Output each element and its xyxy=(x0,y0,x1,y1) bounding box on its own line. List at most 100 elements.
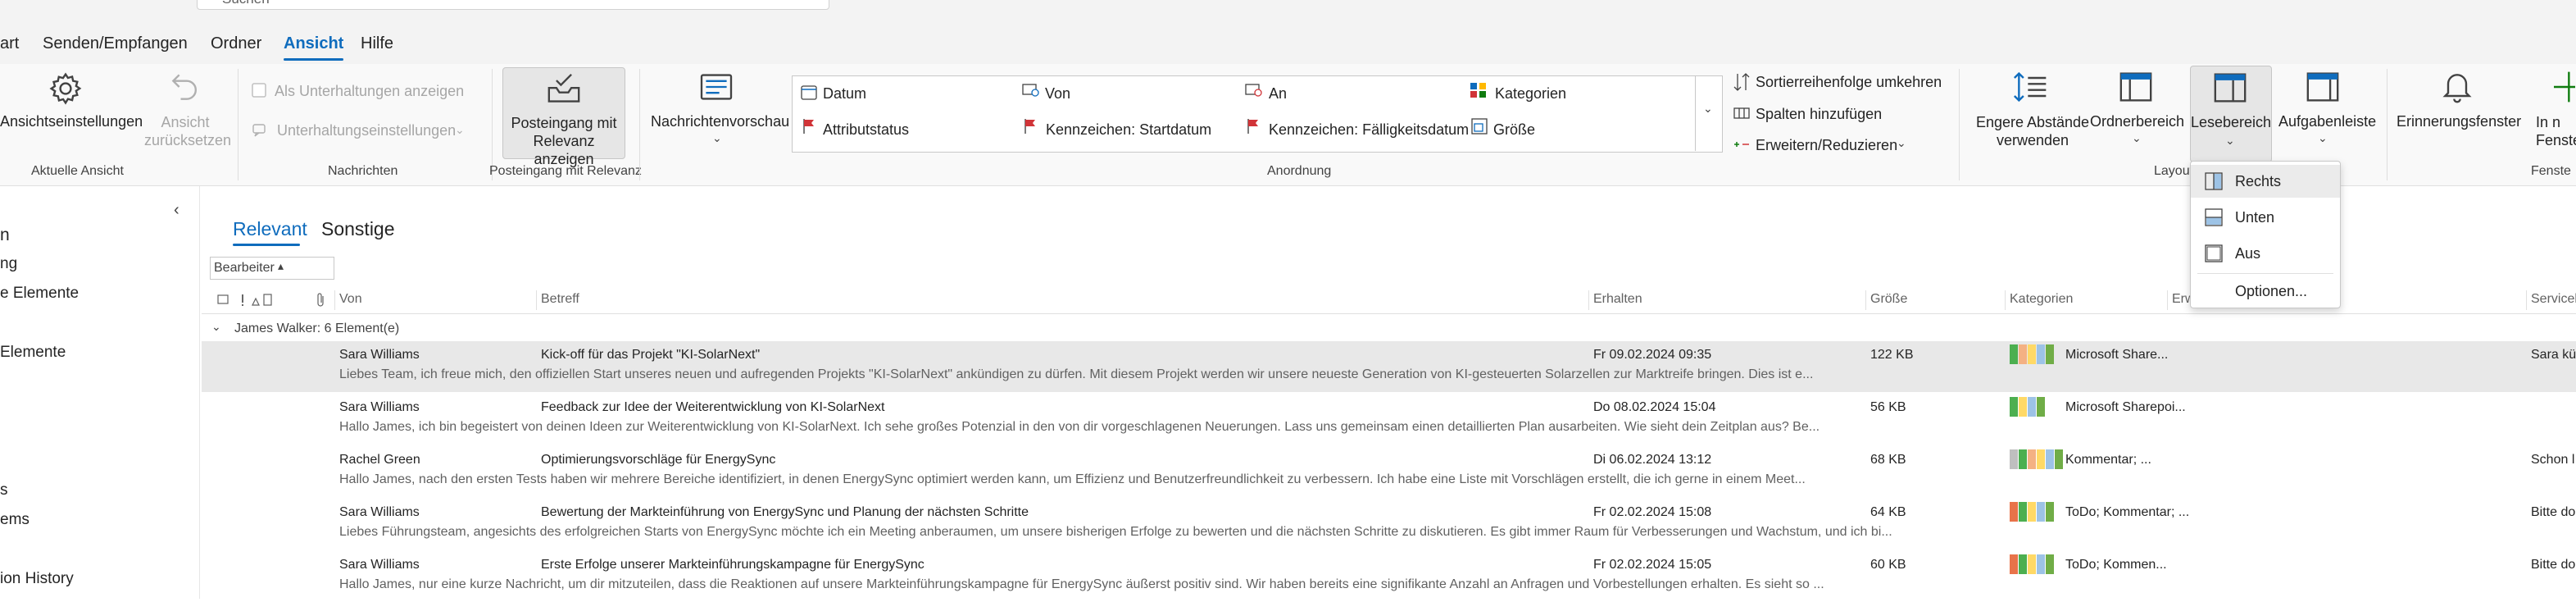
column-header-categories[interactable]: Kategorien xyxy=(2010,292,2073,307)
column-header-size[interactable]: Größe xyxy=(1870,292,1907,307)
nav-item[interactable]: ems xyxy=(0,511,30,529)
message-extra: Bitte do xyxy=(2531,558,2576,572)
message-preview-button[interactable]: Nachrichtenvorschau xyxy=(651,113,789,130)
chevron-down-icon: ⌄ xyxy=(2318,131,2328,144)
nav-item[interactable]: e Elemente xyxy=(0,285,79,303)
chevron-down-icon: ⌄ xyxy=(2225,134,2235,147)
filter-dropdown[interactable]: Bearbeiter ▴ xyxy=(210,257,334,280)
table-row[interactable]: Rachel Green Optimierungsvorschläge für E… xyxy=(202,446,2576,497)
category-color-swatch xyxy=(2019,344,2027,364)
message-from: Sara Williams xyxy=(339,348,420,362)
menu-item-off[interactable]: Aus xyxy=(2191,237,2340,270)
reset-view-button[interactable]: Ansicht zurücksetzen xyxy=(144,113,231,149)
message-from: Sara Williams xyxy=(339,558,420,572)
tab-folder[interactable]: Ordner xyxy=(211,34,261,53)
arrange-by-size[interactable]: Größe xyxy=(1493,121,1535,139)
menu-item-right[interactable]: Rechts xyxy=(2191,165,2340,198)
calendar-icon xyxy=(800,83,818,101)
table-row[interactable]: Sara Williams Erste Erfolge unserer Markt… xyxy=(202,551,2576,602)
tab-focused[interactable]: Relevant xyxy=(233,218,307,240)
importance-header-icon[interactable] xyxy=(216,292,274,308)
group-header: James Walker: 6 Element(e) xyxy=(234,322,400,335)
reminders-window-button[interactable]: Erinnerungsfenster xyxy=(2397,113,2521,130)
tab-other[interactable]: Sonstige xyxy=(321,218,395,240)
collapse-chevron-icon[interactable]: ‹ xyxy=(174,201,179,220)
category-color-swatch xyxy=(2037,344,2045,364)
group-label-window: Fenste xyxy=(2531,164,2571,178)
menu-item-label: Optionen... xyxy=(2235,283,2308,299)
folder-pane-button[interactable]: Ordnerbereich xyxy=(2090,113,2184,130)
reading-pane-right-icon xyxy=(2204,171,2224,191)
menu-item-label: Unten xyxy=(2235,209,2275,226)
checkbox-icon[interactable] xyxy=(252,83,266,98)
chevron-down-icon: ⌄ xyxy=(455,123,465,136)
todo-bar-button[interactable]: Aufgabenleiste xyxy=(2278,113,2376,130)
message-subject: Kick-off für das Projekt "KI-SolarNext" xyxy=(541,348,761,362)
table-row[interactable]: Sara Williams Kick-off für das Projekt "K… xyxy=(202,341,2576,392)
category-color-swatch xyxy=(2028,344,2036,364)
menu-item-bottom[interactable]: Unten xyxy=(2191,201,2340,234)
focused-inbox-button[interactable]: Posteingang mit Relevanz anzeigen xyxy=(502,67,625,167)
group-label-messages: Nachrichten xyxy=(328,164,398,178)
category-color-swatch xyxy=(2046,344,2054,364)
add-columns-button[interactable]: Spalten hinzufügen xyxy=(1756,106,1882,123)
category-color-swatch xyxy=(2019,554,2027,574)
table-row[interactable]: Sara Williams Bewertung der Markteinführu… xyxy=(202,499,2576,550)
group-label-layout: Layout xyxy=(2154,164,2194,178)
nav-item[interactable]: ng xyxy=(0,255,17,273)
size-icon xyxy=(1470,117,1488,135)
menu-item-options[interactable]: Optionen... xyxy=(2191,275,2340,308)
todo-bar-icon xyxy=(2305,71,2341,103)
expand-collapse-button[interactable]: Erweitern/Reduzieren xyxy=(1756,137,1897,154)
chevron-down-icon: ⌄ xyxy=(1897,136,1906,149)
message-categories: Kommentar; ... xyxy=(2065,453,2151,467)
flag-icon xyxy=(802,117,816,135)
tighter-spacing-button[interactable]: Engere Abstände verwenden xyxy=(1967,113,2098,149)
category-color-swatch xyxy=(2037,397,2045,417)
nav-item[interactable]: n xyxy=(0,226,10,245)
message-categories: ToDo; Kommen... xyxy=(2065,558,2167,572)
nav-item[interactable]: ion History xyxy=(0,570,74,588)
group-label-focused-inbox: Posteingang mit Relevanz xyxy=(489,164,642,178)
message-preview: Liebes Führungsteam, angesichts des erfo… xyxy=(339,525,1892,539)
arrange-by-categories[interactable]: Kategorien xyxy=(1495,85,1566,103)
column-separator xyxy=(334,290,335,310)
attachment-header-icon[interactable] xyxy=(315,292,328,308)
column-header-from[interactable]: Von xyxy=(339,292,362,307)
tab-help[interactable]: Hilfe xyxy=(361,34,393,53)
active-tab-indicator xyxy=(233,244,300,246)
reading-pane-button[interactable]: Lesebereich ⌄ xyxy=(2190,66,2272,162)
search-input[interactable]: Suchen xyxy=(197,0,829,10)
message-received: Do 08.02.2024 15:04 xyxy=(1593,400,1716,414)
column-header-service[interactable]: Servicel xyxy=(2531,292,2576,307)
group-collapse-chevron-icon[interactable]: ⌄ xyxy=(211,320,221,334)
reverse-sort-button[interactable]: Sortierreihenfolge umkehren xyxy=(1756,74,1942,91)
show-as-conversations-checkbox[interactable]: Als Unterhaltungen anzeigen xyxy=(275,83,464,100)
message-categories: ToDo; Kommentar; ... xyxy=(2065,505,2188,519)
arrange-by-flag-status[interactable]: Attributstatus xyxy=(823,121,909,139)
nav-item[interactable]: Elemente xyxy=(0,344,66,362)
arrange-by-due-date[interactable]: Kennzeichen: Fälligkeitsdatum xyxy=(1269,121,1469,139)
to-person-icon xyxy=(1244,81,1264,99)
categories-icon xyxy=(1469,81,1488,99)
gallery-expand-button[interactable]: ⌄ xyxy=(1695,75,1722,151)
search-placeholder: Suchen xyxy=(222,0,270,7)
arrange-by-from[interactable]: Von xyxy=(1045,85,1070,103)
table-row[interactable]: Sara Williams Feedback zur Idee der Weite… xyxy=(202,394,2576,445)
menu-item-label: Aus xyxy=(2235,245,2261,262)
category-color-swatch xyxy=(2019,449,2027,469)
column-header-received[interactable]: Erhalten xyxy=(1593,292,1642,307)
arrange-by-start-date[interactable]: Kennzeichen: Startdatum xyxy=(1046,121,1211,139)
tab-start[interactable]: art xyxy=(0,34,19,53)
nav-item[interactable]: s xyxy=(0,481,8,499)
conversation-settings-button[interactable]: Unterhaltungseinstellungen xyxy=(277,122,456,139)
column-header-subject[interactable]: Betreff xyxy=(541,292,579,307)
tab-send-receive[interactable]: Senden/Empfangen xyxy=(43,34,188,53)
message-size: 60 KB xyxy=(1870,558,1906,572)
open-in-new-window-button[interactable]: In n Fenste xyxy=(2536,113,2576,149)
tab-view[interactable]: Ansicht xyxy=(284,34,344,61)
arrange-by-to[interactable]: An xyxy=(1269,85,1287,103)
arrange-by-date[interactable]: Datum xyxy=(823,85,866,103)
view-settings-button[interactable]: Ansichtseinstellungen xyxy=(0,113,143,130)
message-from: Rachel Green xyxy=(339,453,420,467)
